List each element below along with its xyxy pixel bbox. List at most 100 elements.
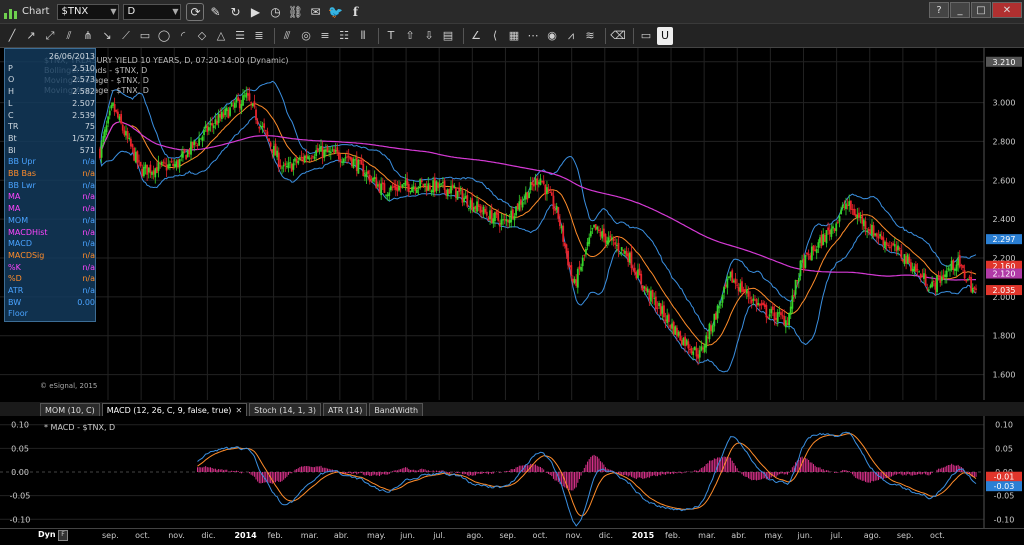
candle-body [523,198,526,200]
fib-extension-icon[interactable]: ≣ [251,27,267,45]
price-chart[interactable]: 3.0002.8002.6002.4002.2002.0001.8001.600… [0,48,1024,400]
extended-line-icon[interactable]: ⤢ [42,27,58,45]
close-tab-icon[interactable]: ✕ [235,406,242,415]
arrow-icon[interactable]: ↘ [99,27,115,45]
grid-icon[interactable]: ☷ [336,27,352,45]
cycles-icon[interactable]: ⋯ [525,27,541,45]
maximize-button[interactable]: □ [971,2,991,18]
up-arrow-icon[interactable]: ⇧ [402,27,418,45]
candle-body [220,111,223,119]
fan-icon[interactable]: ⟨ [487,27,503,45]
candle-body [383,183,386,193]
chevron-down-icon[interactable]: ▼ [110,7,116,16]
candle-body [611,237,613,240]
candle-body [679,331,682,341]
candle-body [555,206,558,210]
indicator-tab[interactable]: MOM (10, C) [40,402,100,416]
line-icon[interactable]: ⟋ [118,27,134,45]
dynamic-label[interactable]: Dyn [38,530,56,539]
candle-body [898,247,901,250]
reload-icon[interactable]: ↻ [226,3,244,21]
indicator-tab[interactable]: BandWidth [369,402,424,416]
data-row-label: L [8,98,13,108]
eraser-icon[interactable]: ⌫ [610,27,626,45]
help-button[interactable]: ? [929,2,949,18]
rectangle-icon[interactable]: ▭ [137,27,153,45]
candle-body [814,249,817,252]
candle-body [253,101,256,107]
vertical-lines-icon[interactable]: ⦀ [355,27,371,45]
indicator-tab[interactable]: MACD (12, 26, C, 9, false, true) ✕ [101,402,248,416]
candle-body [338,153,340,160]
triangle-icon[interactable]: △ [213,27,229,45]
circles-icon[interactable]: ◎ [298,27,314,45]
zigzag-icon[interactable]: ⩘ [563,27,579,45]
text-icon[interactable]: T [383,27,399,45]
candle-body [685,339,688,345]
candle-body [424,183,426,186]
channel-icon[interactable]: ⫽ [61,27,77,45]
parallel-lines-icon[interactable]: ⫻ [279,27,295,45]
candle-body [529,182,532,191]
down-arrow-icon[interactable]: ⇩ [421,27,437,45]
data-row-value: 0.00 [77,297,95,307]
fib-grid-icon[interactable]: ▦ [506,27,522,45]
magnet-icon[interactable]: U [657,26,673,45]
symbol-input[interactable]: $TNX ▼ [57,3,120,20]
candle-body [468,208,470,210]
candle-body [841,204,844,208]
interval-select[interactable]: D ▼ [123,3,182,20]
eye-icon[interactable]: ◉ [544,27,560,45]
angle-icon[interactable]: ∠ [468,27,484,45]
history-icon[interactable]: ◷ [266,3,284,21]
candle-body [211,123,214,126]
candle-body [661,306,664,314]
candle-body [760,303,763,306]
candle-body [466,195,469,207]
candle-body [576,269,579,288]
data-row-value: n/a [82,169,95,178]
fib-retracement-icon[interactable]: ☰ [232,27,248,45]
mail-icon[interactable]: ✉ [306,3,324,21]
candle-body [167,164,170,169]
tab-label: Stoch (14, 1, 3) [254,405,317,415]
pitchfork-icon[interactable]: ⋔ [80,27,96,45]
ruler-icon[interactable]: ▤ [440,27,456,45]
lines-icon[interactable]: ≋ [582,27,598,45]
minimize-button[interactable]: _ [950,2,970,18]
chevron-down-icon[interactable]: ▼ [172,7,178,16]
dynamic-toggle-icon[interactable]: F [58,530,68,541]
candle-body [789,306,792,315]
trendline-icon[interactable]: ╱ [4,27,20,45]
candle-body [242,95,244,106]
ellipse-icon[interactable]: ◯ [156,27,172,45]
candle-body [677,332,680,336]
indicator-tab[interactable]: Stoch (14, 1, 3) [249,402,322,416]
play-icon[interactable]: ▶ [246,3,264,21]
indicator-tab[interactable]: ATR (14) [323,402,368,416]
data-row-value: n/a [82,215,95,225]
candle-body [178,159,181,168]
candle-body [910,262,912,271]
candle-body [272,145,275,156]
candle-body [697,354,699,359]
candle-body [131,144,134,148]
hline-icon[interactable]: ≡ [317,27,333,45]
candle-body [385,194,387,196]
close-button[interactable]: ✕ [992,2,1022,18]
link-icon[interactable]: ⛓ [286,3,304,21]
candle-body [728,276,730,279]
comment-icon[interactable]: ▭ [638,27,654,45]
facebook-icon[interactable]: f [346,3,364,21]
arc-icon[interactable]: ◜ [175,27,191,45]
candle-body [146,164,149,175]
candle-body [845,203,847,210]
twitter-icon[interactable]: 🐦 [326,3,344,21]
polygon-icon[interactable]: ◇ [194,27,210,45]
refresh-icon[interactable]: ⟳ [186,2,205,21]
macd-chart[interactable]: 0.100.100.050.050.000.00-0.05-0.05-0.10-… [0,416,1024,528]
pencil-icon[interactable]: ✎ [206,3,224,21]
ray-icon[interactable]: ↗ [23,27,39,45]
candle-body [442,182,444,184]
candle-body [256,121,259,125]
